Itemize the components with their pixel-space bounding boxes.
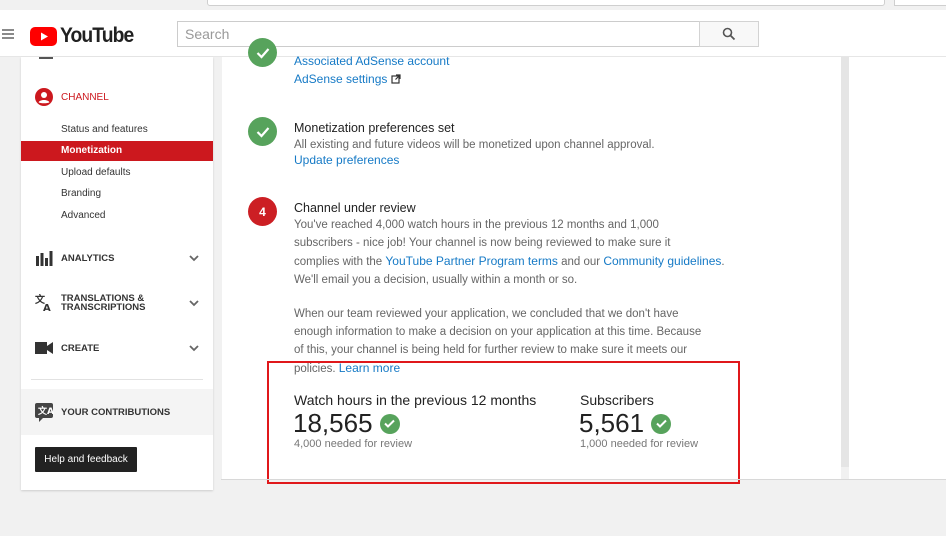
sidebar-item-branding[interactable]: Branding xyxy=(21,184,213,204)
adsense-settings-link[interactable]: AdSense settings xyxy=(294,72,402,86)
sidebar-item-advanced[interactable]: Advanced xyxy=(21,206,213,226)
review-text-line: complies with the YouTube Partner Progra… xyxy=(294,252,734,271)
review-step-title: Channel under review xyxy=(294,201,416,215)
search-button[interactable] xyxy=(699,21,759,47)
review-text-fragment: and our xyxy=(557,256,604,268)
external-link-icon xyxy=(391,74,402,84)
update-preferences-link[interactable]: Update preferences xyxy=(294,153,399,167)
step-complete-check-icon xyxy=(248,117,277,146)
sidebar-item-monetization[interactable]: Monetization xyxy=(21,141,213,161)
review-step-text: You've reached 4,000 watch hours in the … xyxy=(294,216,734,289)
sidebar-item-analytics[interactable]: ANALYTICS xyxy=(21,243,213,273)
dashboard-icon[interactable] xyxy=(39,51,53,59)
sidebar-item-label: CHANNEL xyxy=(61,91,109,103)
browser-address-bar[interactable] xyxy=(207,0,885,6)
review-text-line: You've reached 4,000 watch hours in the … xyxy=(294,219,659,231)
sidebar: CHANNEL Status and features Monetization… xyxy=(21,57,213,490)
account-circle-icon xyxy=(35,88,53,106)
step-complete-check-icon xyxy=(248,38,277,67)
help-and-feedback-button[interactable]: Help and feedback xyxy=(35,447,137,472)
masthead: YouTube Search xyxy=(0,10,946,57)
review-text-fragment: complies with the xyxy=(294,256,386,268)
review-text-line: enough information to make a decision on… xyxy=(294,326,702,338)
youtube-play-icon xyxy=(30,26,57,46)
chevron-down-icon[interactable] xyxy=(189,343,199,353)
partner-program-terms-link[interactable]: YouTube Partner Program terms xyxy=(385,254,558,268)
right-panel xyxy=(849,57,946,479)
review-text-line: When our team reviewed your application,… xyxy=(294,308,679,320)
review-text-line: We'll email you a decision, usually with… xyxy=(294,274,578,286)
sidebar-item-create[interactable]: CREATE xyxy=(21,333,213,363)
translate-icon: 文A xyxy=(35,403,54,422)
sidebar-item-upload-defaults[interactable]: Upload defaults xyxy=(21,163,213,183)
chevron-down-icon[interactable] xyxy=(189,298,199,308)
sidebar-item-status-and-features[interactable]: Status and features xyxy=(21,120,213,140)
preferences-step-title: Monetization preferences set xyxy=(294,121,455,135)
sidebar-item-label: ANALYTICS xyxy=(61,252,115,264)
step-number-badge: 4 xyxy=(248,197,277,226)
browser-top-strip xyxy=(0,0,946,10)
review-text-line: subscribers - nice job! Your channel is … xyxy=(294,237,671,249)
logo-text: YouTube xyxy=(60,24,134,47)
review-text-line: of this, your channel is being held for … xyxy=(294,344,688,356)
menu-icon[interactable] xyxy=(2,29,14,39)
page-bottom-divider xyxy=(221,479,946,480)
chevron-down-icon[interactable] xyxy=(189,253,199,263)
sidebar-divider xyxy=(31,379,203,380)
scrollbar-track[interactable] xyxy=(841,57,849,467)
sidebar-item-channel[interactable]: CHANNEL xyxy=(21,85,213,109)
sidebar-item-translations[interactable]: 文 A TRANSLATIONS & TRANSCRIPTIONS xyxy=(21,288,213,318)
search-icon xyxy=(722,27,736,41)
associated-adsense-link[interactable]: Associated AdSense account xyxy=(294,54,449,68)
browser-extension-area[interactable] xyxy=(894,0,946,6)
preferences-step-text: All existing and future videos will be m… xyxy=(294,139,655,151)
community-guidelines-link[interactable]: Community guidelines xyxy=(603,254,721,268)
sidebar-item-label: TRANSLATIONS & TRANSCRIPTIONS xyxy=(61,293,146,313)
review-text-fragment: . xyxy=(721,256,725,268)
svg-text:A: A xyxy=(43,303,51,312)
svg-text:文A: 文A xyxy=(37,405,54,417)
highlight-box xyxy=(267,361,740,484)
sidebar-item-label: CREATE xyxy=(61,342,100,354)
video-camera-icon xyxy=(34,338,54,358)
adsense-settings-label: AdSense settings xyxy=(294,72,388,86)
translate-icon: 文 A xyxy=(34,293,54,313)
sidebar-item-your-contributions[interactable]: 文A YOUR CONTRIBUTIONS xyxy=(21,389,213,435)
sidebar-item-label: YOUR CONTRIBUTIONS xyxy=(61,406,171,418)
youtube-logo[interactable]: YouTube xyxy=(30,24,140,48)
analytics-icon xyxy=(34,248,54,268)
